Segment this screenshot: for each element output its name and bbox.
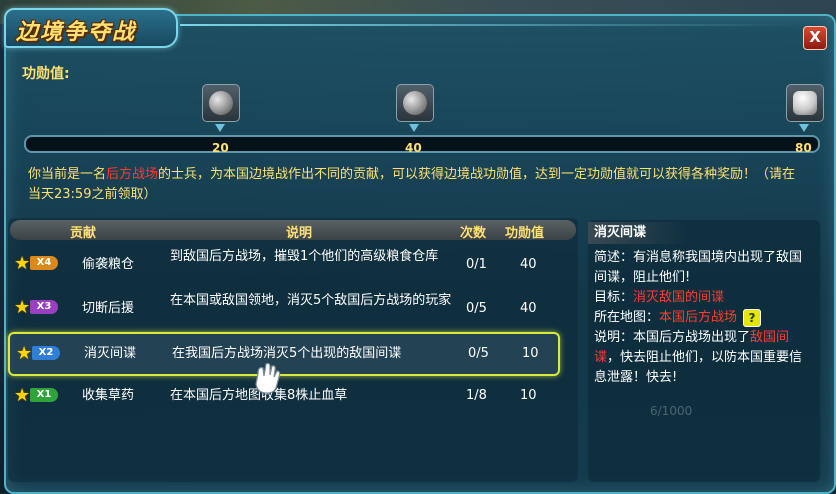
summary-label: 简述： bbox=[594, 250, 634, 265]
dialog-title: 边境争夺战 bbox=[16, 20, 137, 45]
task-merit: 10 bbox=[522, 346, 539, 361]
intro-text: 你当前是一名后方战场的士兵，为本国边境战作出不同的贡献，可以获得边境战功勋值，达… bbox=[28, 165, 808, 205]
multiplier-badge: X2 bbox=[32, 346, 60, 360]
header-description: 说明 bbox=[286, 226, 313, 241]
task-count: 0/5 bbox=[466, 301, 487, 316]
detail-text: 简述：有消息称我国境内出现了敌国间谍，阻止他们! 目标：消灭敌国的间谍 所在地图… bbox=[594, 248, 804, 388]
task-count: 1/8 bbox=[466, 388, 487, 403]
star-icon: ★ bbox=[14, 253, 31, 274]
task-merit: 40 bbox=[520, 257, 537, 272]
detail-target: 目标：消灭敌国的间谍 bbox=[594, 288, 804, 308]
treasure-chest-icon[interactable] bbox=[786, 84, 824, 122]
map-label: 所在地图： bbox=[594, 310, 660, 325]
silver-orb-icon[interactable] bbox=[202, 84, 240, 122]
star-icon: ★ bbox=[14, 297, 31, 318]
target-value: 消灭敌国的间谍 bbox=[633, 290, 725, 305]
milestone-label: 20 bbox=[212, 141, 229, 155]
milestone-label: 80 bbox=[795, 141, 812, 155]
milestone-marker bbox=[409, 124, 419, 132]
note-label: 说明： bbox=[594, 330, 634, 345]
task-description: 到敌国后方战场，摧毁1个他们的高级粮食仓库 bbox=[170, 249, 439, 264]
silver-orb-icon[interactable] bbox=[396, 84, 434, 122]
background-hp-readout: 6/1000 bbox=[650, 404, 693, 418]
task-name: 切断后援 bbox=[82, 301, 135, 316]
header-merit: 功勋值 bbox=[505, 226, 545, 241]
task-description: 在我国后方战场消灭5个出现的敌国间谍 bbox=[172, 346, 402, 361]
milestone-label: 40 bbox=[405, 141, 422, 155]
task-description: 在本国或敌国领地，消灭5个敌国后方战场的玩家 bbox=[170, 293, 452, 308]
detail-note: 说明：本国后方战场出现了敌国间谍，快去阻止他们，以防本国重要信息泄露！快去! bbox=[594, 328, 804, 388]
target-label: 目标： bbox=[594, 290, 634, 305]
task-name: 消灭间谍 bbox=[84, 346, 137, 361]
header-contribution: 贡献 bbox=[70, 226, 97, 241]
note-text: 本国后方战场出现了 bbox=[633, 330, 751, 345]
task-description: 在本国后方地图收集8株止血草 bbox=[170, 388, 348, 403]
task-row[interactable]: ★ X3 切断后援 在本国或敌国领地，消灭5个敌国后方战场的玩家 0/5 40 bbox=[8, 288, 556, 328]
star-icon: ★ bbox=[16, 343, 33, 364]
task-merit: 10 bbox=[520, 388, 537, 403]
intro-role: 后方战场 bbox=[106, 167, 159, 182]
task-name: 收集草药 bbox=[82, 388, 135, 403]
note-text: ，快去阻止他们，以防本国重要信息泄露！快去! bbox=[594, 350, 803, 385]
close-button[interactable]: X bbox=[803, 26, 827, 50]
detail-summary: 简述：有消息称我国境内出现了敌国间谍，阻止他们! bbox=[594, 248, 804, 288]
task-merit: 40 bbox=[520, 301, 537, 316]
detail-map: 所在地图：本国后方战场? bbox=[594, 308, 804, 328]
multiplier-badge: X1 bbox=[30, 388, 58, 402]
hand-cursor-icon bbox=[255, 362, 281, 394]
multiplier-badge: X3 bbox=[30, 300, 58, 314]
task-count: 0/1 bbox=[466, 257, 487, 272]
header-count: 次数 bbox=[460, 226, 487, 241]
milestone-marker bbox=[799, 124, 809, 132]
merit-progress-bar bbox=[24, 135, 820, 153]
multiplier-badge: X4 bbox=[30, 256, 58, 270]
merit-label: 功勋值: bbox=[22, 66, 70, 82]
title-divider bbox=[180, 24, 800, 26]
task-row[interactable]: ★ X4 偷袭粮仓 到敌国后方战场，摧毁1个他们的高级粮食仓库 0/1 40 bbox=[8, 244, 556, 284]
detail-tab: 消灭间谍 bbox=[588, 222, 688, 244]
map-value[interactable]: 本国后方战场 bbox=[659, 310, 737, 325]
task-name: 偷袭粮仓 bbox=[82, 257, 135, 272]
intro-part: 你当前是一名 bbox=[28, 167, 107, 182]
task-count: 0/5 bbox=[468, 346, 489, 361]
milestone-marker bbox=[215, 124, 225, 132]
help-icon[interactable]: ? bbox=[743, 308, 762, 327]
star-icon: ★ bbox=[14, 385, 31, 406]
